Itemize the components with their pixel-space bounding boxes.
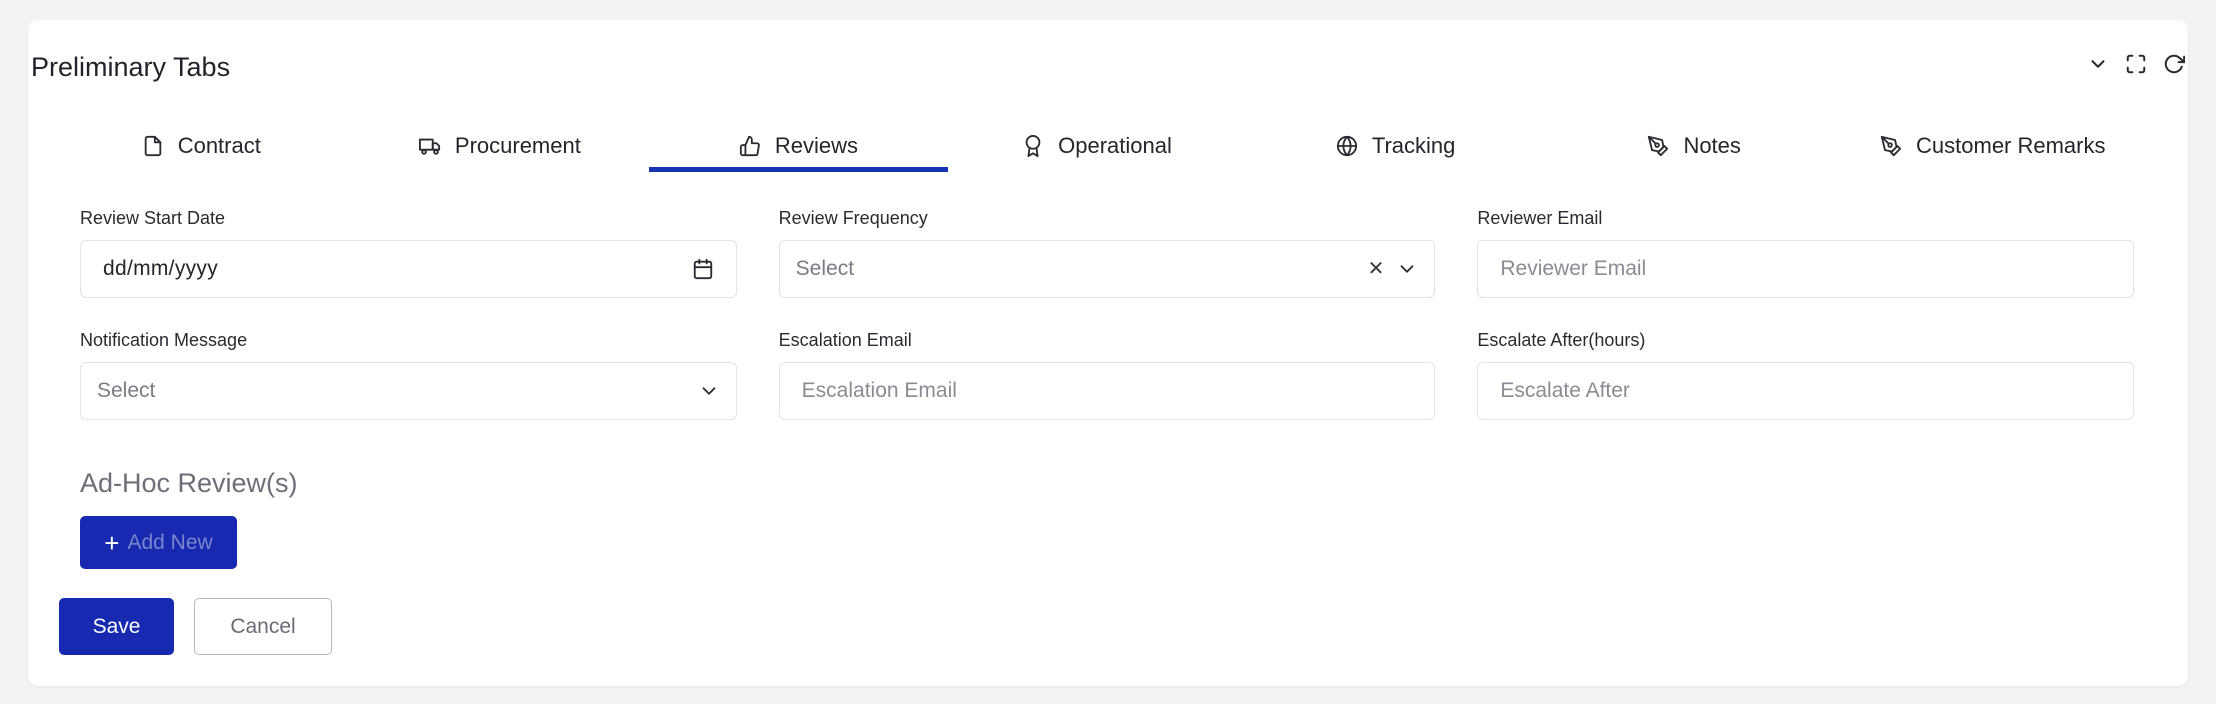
field-label: Escalation Email [778,330,912,350]
tab-label: Operational [1058,133,1172,158]
form-row: Review Start Date dd/mm/yyyy Review Freq… [80,206,2135,298]
field-label: Review Start Date [80,208,226,228]
tab-customer-remarks[interactable]: Customer Remarks [1843,120,2142,172]
file-icon [144,135,161,157]
calendar-icon[interactable] [692,258,714,280]
tab-label: Reviews [774,133,859,158]
tab-operational[interactable]: Operational [948,120,1247,172]
chevron-down-icon [702,387,716,395]
tab-label: Tracking [1371,133,1456,158]
escalation-email-control [778,362,1436,420]
plus-icon: + [104,527,120,558]
tab-reviews[interactable]: Reviews [649,120,948,172]
tab-tracking[interactable]: Tracking [1246,120,1545,172]
tab-label: Customer Remarks [1916,133,2106,158]
date-value: dd/mm/yyyy [103,257,219,280]
review-frequency-select[interactable]: Select ✕ [778,240,1436,298]
cancel-button[interactable]: Cancel [194,598,332,655]
globe-icon [1336,135,1357,157]
field-label: Notification Message [80,330,248,350]
review-frequency-field: Review Frequency Select ✕ [778,206,1436,298]
fullscreen-button[interactable] [2124,52,2148,76]
reviewer-email-input[interactable] [1500,257,2112,281]
tab-notes[interactable]: Notes [1545,120,1844,172]
field-label: Escalate After(hours) [1477,330,1646,350]
award-icon [1025,135,1041,157]
tab-contract[interactable]: Contract [52,120,351,172]
adhoc-reviews-title: Ad-Hoc Review(s) [80,468,298,498]
field-label: Review Frequency [778,208,928,228]
panel-title: Preliminary Tabs [31,52,231,82]
tab-label: Procurement [454,133,581,158]
add-new-button[interactable]: + Add New [80,516,237,569]
chevron-down-icon [2091,60,2105,68]
escalation-email-field: Escalation Email [778,328,1436,420]
reviews-form: Review Start Date dd/mm/yyyy Review Freq… [80,206,2135,450]
escalate-after-field: Escalate After(hours) [1477,328,2135,420]
notification-message-select[interactable]: Select [80,362,737,420]
escalation-email-input[interactable] [801,379,1413,403]
reviewer-email-field: Reviewer Email [1477,206,2135,298]
field-label: Reviewer Email [1477,208,1603,228]
escalate-after-input[interactable] [1500,379,2112,403]
pen-tool-icon [1880,135,1902,157]
select-placeholder: Select [97,379,156,402]
save-button[interactable]: Save [59,598,174,655]
form-row: Notification Message Select Escalation E… [80,328,2135,420]
review-start-date-field: Review Start Date dd/mm/yyyy [80,206,737,298]
select-placeholder: Select [795,257,855,280]
tab-procurement[interactable]: Procurement [351,120,650,172]
panel-tools [2086,52,2186,76]
pen-tool-icon [1648,135,1669,157]
clear-icon[interactable]: ✕ [1368,259,1385,279]
tab-label: Notes [1683,133,1741,158]
chevron-down-icon [1400,265,1414,273]
escalate-after-control [1477,362,2135,420]
refresh-button[interactable] [2162,52,2186,76]
tab-label: Contract [177,133,261,158]
truck-icon [418,138,440,155]
collapse-button[interactable] [2086,52,2110,76]
add-new-label: Add New [127,530,213,554]
review-start-date-input[interactable]: dd/mm/yyyy [80,240,737,298]
tab-bar: Contract Procurement Reviews Operational… [52,120,2142,172]
thumbs-up-icon [739,135,760,157]
notification-message-field: Notification Message Select [80,328,737,420]
fullscreen-icon [2126,54,2146,74]
reviewer-email-control [1477,240,2135,298]
refresh-icon [2164,54,2185,74]
